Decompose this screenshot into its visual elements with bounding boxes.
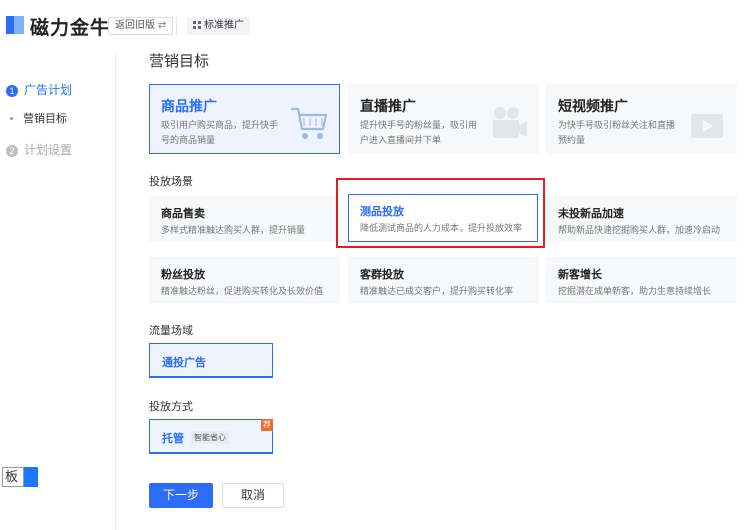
recommend-badge: 荐 bbox=[261, 419, 273, 431]
goal-card-short-video-promotion[interactable]: 短视频推广 为快手号吸引粉丝关注和直播预约量 bbox=[546, 84, 737, 154]
grid-icon bbox=[193, 21, 201, 29]
step-number-badge: 2 bbox=[6, 145, 18, 157]
scene-desc: 挖掘潜在成单新客，助力生意持续增长 bbox=[558, 286, 712, 296]
top-bar: 磁力金牛 返回旧版 ⇄ 标准推广 bbox=[0, 0, 750, 52]
scene-card-new-customer[interactable]: 新客增长 挖掘潜在成单新客，助力生意持续增长 bbox=[546, 257, 737, 303]
cancel-button[interactable]: 取消 bbox=[222, 483, 284, 508]
panel-tab-label: 板 bbox=[2, 467, 24, 487]
shopping-cart-icon bbox=[291, 107, 328, 139]
brand-name: 磁力金牛 bbox=[30, 18, 111, 39]
goal-desc: 提升快手号的粉丝量，吸引用户进入直播间并下单 bbox=[360, 120, 478, 145]
scene-card-new-product-boost[interactable]: 未投新品加速 帮助新品快速挖掘购买人群，加速冷启动 bbox=[546, 196, 737, 242]
option-title: 托管 bbox=[162, 433, 184, 445]
panel-tab-handle[interactable] bbox=[24, 467, 38, 487]
scene-card-fans[interactable]: 粉丝投放 精准触达粉丝，促进购买转化及长效价值 bbox=[149, 257, 340, 303]
back-button-label: 返回旧版 bbox=[115, 20, 155, 31]
scene-desc: 多样式精准触达购买人群，提升销量 bbox=[161, 225, 306, 235]
highlight-box bbox=[336, 178, 545, 248]
bullet-icon bbox=[10, 117, 13, 120]
page-title: 营销目标 bbox=[149, 53, 210, 70]
step-ad-plan[interactable]: 1 广告计划 bbox=[6, 81, 72, 98]
step-plan-settings[interactable]: 2 计划设置 bbox=[6, 141, 72, 158]
scene-title: 粉丝投放 bbox=[161, 269, 205, 281]
scene-desc: 帮助新品快速挖掘购买人群，加速冷启动 bbox=[558, 225, 721, 235]
back-to-old-version-button[interactable]: 返回旧版 ⇄ bbox=[108, 17, 174, 35]
switch-icon: ⇄ bbox=[158, 20, 167, 31]
method-section-label: 投放方式 bbox=[149, 401, 193, 413]
mode-tag-label: 标准推广 bbox=[204, 20, 244, 31]
scene-title: 新客增长 bbox=[558, 269, 602, 281]
scene-title: 商品售卖 bbox=[161, 208, 205, 220]
traffic-section-label: 流量场域 bbox=[149, 325, 193, 337]
scene-card-product-sale[interactable]: 商品售卖 多样式精准触达购买人群，提升销量 bbox=[149, 196, 340, 242]
step-label: 广告计划 bbox=[24, 83, 73, 97]
scene-desc: 精准触达粉丝，促进购买转化及长效价值 bbox=[161, 286, 324, 296]
scene-title: 未投新品加速 bbox=[558, 208, 624, 220]
scene-section-label: 投放场景 bbox=[149, 176, 193, 188]
floating-panel-tab[interactable]: 板 bbox=[0, 465, 40, 489]
video-play-icon bbox=[691, 114, 723, 138]
option-tag: 智能省心 bbox=[191, 431, 229, 444]
goal-title: 短视频推广 bbox=[558, 98, 628, 114]
scene-desc: 精准触达已成交客户，提升购买转化率 bbox=[360, 286, 514, 296]
step-label: 计划设置 bbox=[24, 143, 73, 157]
substep-marketing-goal[interactable]: 营销目标 bbox=[10, 110, 67, 126]
divider bbox=[176, 17, 177, 35]
mode-tag[interactable]: 标准推广 bbox=[187, 17, 250, 35]
scene-title: 客群投放 bbox=[360, 269, 404, 281]
step-sidebar: 1 广告计划 营销目标 2 计划设置 板 bbox=[0, 52, 116, 530]
next-step-button[interactable]: 下一步 bbox=[149, 483, 213, 508]
goal-card-product-promotion[interactable]: 商品推广 吸引用户购买商品，提升快手号的商品销量 bbox=[149, 84, 340, 154]
substep-label: 营销目标 bbox=[23, 113, 67, 125]
goal-card-live-promotion[interactable]: 直播推广 提升快手号的粉丝量，吸引用户进入直播间并下单 bbox=[348, 84, 539, 154]
goal-desc: 吸引用户购买商品，提升快手号的商品销量 bbox=[161, 120, 279, 145]
option-title: 通投广告 bbox=[162, 357, 206, 369]
goal-title: 直播推广 bbox=[360, 98, 416, 114]
step-number-badge: 1 bbox=[6, 85, 18, 97]
traffic-option-general[interactable]: 通投广告 bbox=[149, 343, 273, 378]
method-option-managed[interactable]: 托管 智能省心 荐 bbox=[149, 419, 273, 454]
video-camera-icon bbox=[493, 107, 527, 138]
goal-desc: 为快手号吸引粉丝关注和直播预约量 bbox=[558, 120, 676, 145]
goal-title: 商品推广 bbox=[161, 98, 217, 114]
logo-icon bbox=[6, 16, 24, 34]
scene-card-audience[interactable]: 客群投放 精准触达已成交客户，提升购买转化率 bbox=[348, 257, 539, 303]
